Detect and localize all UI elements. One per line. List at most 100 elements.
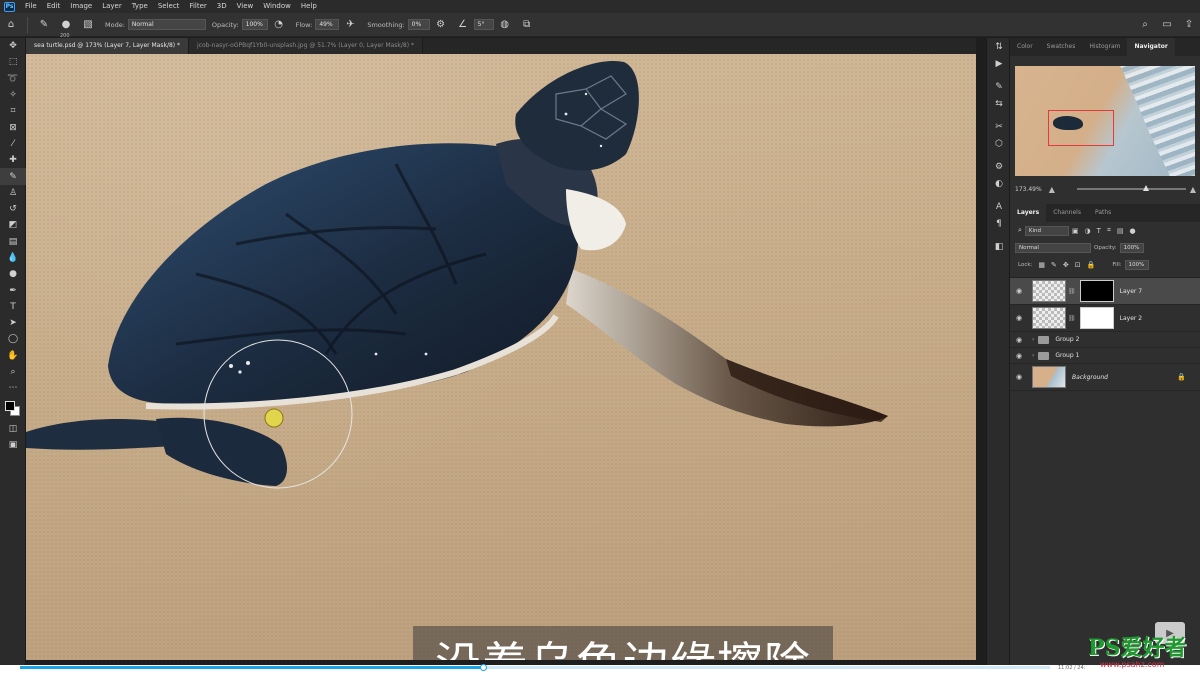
lock-all-icon[interactable]: 🔒 — [1087, 261, 1096, 269]
marquee-tool-icon[interactable]: ⬚ — [0, 54, 26, 70]
search-icon[interactable]: ⌕ — [1137, 17, 1153, 33]
brush-settings-icon[interactable]: ▧ — [80, 17, 96, 33]
filter-pixel-icon[interactable]: ▣ — [1072, 227, 1079, 235]
properties-icon[interactable]: ⚙ — [987, 158, 1011, 175]
zoom-slider[interactable] — [1076, 185, 1186, 191]
layer-mask-thumbnail[interactable] — [1079, 280, 1114, 302]
visibility-eye-icon[interactable]: ◉ — [1010, 373, 1028, 381]
tab-sea-turtle[interactable]: sea turtle.psd @ 173% (Layer 7, Layer Ma… — [26, 38, 190, 54]
symmetry-icon[interactable]: ⧉ — [519, 17, 535, 33]
chevron-right-icon[interactable]: › — [1032, 352, 1034, 359]
zoom-in-icon[interactable]: ▲ — [1190, 185, 1196, 194]
mode-select[interactable]: Normal — [127, 19, 206, 30]
quick-mask-icon[interactable]: ◫ — [0, 421, 26, 437]
flow-field[interactable]: 49% — [315, 19, 340, 30]
link-chain-icon[interactable]: ⛓ — [1068, 288, 1076, 295]
zoom-value[interactable]: 173.49% — [1015, 186, 1045, 193]
frame-tool-icon[interactable]: ⊠ — [0, 119, 26, 135]
tab-histogram[interactable]: Histogram — [1082, 38, 1127, 56]
foreground-color[interactable] — [5, 400, 15, 411]
type-tool-icon[interactable]: T — [0, 299, 26, 315]
video-progress-bar[interactable]: 11:02 / 24: — [0, 664, 1200, 675]
menu-filter[interactable]: Filter — [184, 0, 211, 13]
angle-icon[interactable]: ∠ — [455, 17, 471, 33]
filter-kind-select[interactable]: Kind — [1024, 225, 1069, 236]
brush-preset-picker[interactable]: ● 200 — [58, 17, 74, 39]
layer-thumbnail[interactable] — [1032, 307, 1066, 329]
menu-layer[interactable]: Layer — [97, 0, 127, 13]
chevron-right-icon[interactable]: › — [1032, 336, 1034, 343]
clone-stamp-tool-icon[interactable]: ♙ — [0, 185, 26, 201]
layer-row-group-2[interactable]: ◉ › Group 2 — [1010, 332, 1200, 348]
navigator-preview[interactable] — [1015, 66, 1195, 176]
zoom-out-icon[interactable]: ▲ — [1049, 185, 1055, 194]
dodge-tool-icon[interactable]: ● — [0, 266, 26, 282]
filter-shape-icon[interactable]: ⌗ — [1107, 226, 1111, 235]
path-select-tool-icon[interactable]: ➤ — [0, 315, 26, 331]
menu-edit[interactable]: Edit — [42, 0, 66, 13]
navigator-view-box[interactable] — [1048, 110, 1114, 146]
filter-smart-object-icon[interactable]: ▤ — [1117, 227, 1124, 235]
brush-tool-icon[interactable]: ✎ — [36, 17, 52, 33]
angle-field[interactable]: 5° — [473, 19, 494, 30]
history-brush-tool-icon[interactable]: ↺ — [0, 201, 26, 217]
visibility-eye-icon[interactable]: ◉ — [1010, 287, 1028, 295]
layer-name[interactable]: Background — [1072, 374, 1108, 381]
gradient-tool-icon[interactable]: ▤ — [0, 234, 26, 250]
character-icon[interactable]: A — [987, 198, 1011, 215]
zoom-tool-icon[interactable]: ⌕ — [0, 364, 26, 380]
smoothing-settings-gear-icon[interactable]: ⚙ — [433, 17, 449, 33]
brush-settings-icon[interactable]: ⇆ — [987, 95, 1011, 112]
visibility-eye-icon[interactable]: ◉ — [1010, 352, 1028, 360]
fill-field[interactable]: 100% — [1124, 259, 1149, 270]
visibility-eye-icon[interactable]: ◉ — [1010, 336, 1028, 344]
layer-thumbnail[interactable] — [1032, 280, 1066, 302]
blur-tool-icon[interactable]: 💧 — [0, 250, 26, 266]
layer-thumbnail[interactable] — [1032, 366, 1066, 388]
filter-type-icon[interactable]: T — [1097, 227, 1101, 235]
visibility-eye-icon[interactable]: ◉ — [1010, 314, 1028, 322]
lock-artboard-icon[interactable]: ⊡ — [1075, 261, 1081, 269]
smoothing-field[interactable]: 0% — [407, 19, 430, 30]
menu-help[interactable]: Help — [296, 0, 322, 13]
layer-name[interactable]: Layer 2 — [1120, 315, 1142, 322]
tab-layers[interactable]: Layers — [1010, 204, 1047, 222]
menu-3d[interactable]: 3D — [212, 0, 232, 13]
opacity-field[interactable]: 100% — [241, 19, 268, 30]
layer-row-layer-7[interactable]: ◉ ⛓ Layer 7 — [1010, 278, 1200, 305]
menu-type[interactable]: Type — [127, 0, 153, 13]
menu-file[interactable]: File — [20, 0, 42, 13]
menu-view[interactable]: View — [232, 0, 259, 13]
layer-row-layer-2[interactable]: ◉ ⛓ Layer 2 — [1010, 305, 1200, 332]
filter-toggle-icon[interactable]: ● — [1130, 227, 1136, 235]
menu-window[interactable]: Window — [258, 0, 296, 13]
brush-tool-icon[interactable]: ✎ — [0, 168, 26, 185]
play-actions-icon[interactable]: ▶ — [987, 55, 1011, 72]
layer-row-background[interactable]: ◉ Background 🔒 — [1010, 364, 1200, 391]
tab-channels[interactable]: Channels — [1046, 204, 1088, 222]
layer-name[interactable]: Layer 7 — [1120, 288, 1142, 295]
layer-mask-thumbnail[interactable] — [1079, 307, 1114, 329]
adjust-icon[interactable]: ⇅ — [987, 38, 1011, 55]
link-chain-icon[interactable]: ⛓ — [1068, 315, 1076, 322]
lock-transparency-icon[interactable]: ▦ — [1038, 261, 1045, 269]
shape-tool-icon[interactable]: ◯ — [0, 331, 26, 347]
pressure-opacity-icon[interactable]: ◔ — [271, 17, 287, 33]
progress-knob[interactable] — [480, 664, 487, 671]
tab-navigator[interactable]: Navigator — [1127, 38, 1175, 56]
layer-name[interactable]: Group 2 — [1055, 336, 1079, 343]
filter-adjustment-icon[interactable]: ◑ — [1085, 227, 1091, 235]
layer-row-group-1[interactable]: ◉ › Group 1 — [1010, 348, 1200, 364]
tab-unsplash[interactable]: jcob-nasyr-oGPBqf1Yb0-unsplash.jpg @ 51.… — [189, 38, 423, 54]
lasso-tool-icon[interactable]: ➰ — [0, 71, 26, 87]
pen-tool-icon[interactable]: ✒ — [0, 282, 26, 298]
document-canvas[interactable]: 沿着乌龟边缘擦除 — [26, 54, 976, 660]
3d-icon[interactable]: ⬡ — [987, 135, 1011, 152]
more-tools-icon[interactable]: ⋯ — [0, 380, 26, 396]
brush-panel-icon[interactable]: ✎ — [987, 78, 1011, 95]
layer-comps-icon[interactable]: ◧ — [987, 238, 1011, 255]
share-icon[interactable]: ⇪ — [1181, 17, 1197, 33]
zoom-slider-knob[interactable] — [1142, 185, 1149, 191]
tab-swatches[interactable]: Swatches — [1040, 38, 1083, 56]
tools-icon[interactable]: ✂ — [987, 118, 1011, 135]
